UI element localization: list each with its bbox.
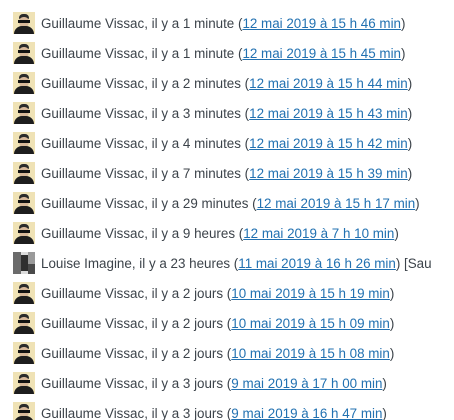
- revision-suffix: ): [382, 405, 387, 420]
- revision-date-link[interactable]: 9 mai 2019 à 17 h 00 min: [231, 376, 382, 391]
- revision-suffix: ): [394, 225, 399, 241]
- revision-author: Guillaume Vissac: [41, 45, 145, 61]
- revision-suffix: ): [407, 135, 413, 151]
- revision-author: Guillaume Vissac: [41, 135, 145, 151]
- revision-row: Guillaume Vissac, il y a 2 jours (10 mai…: [13, 308, 454, 338]
- revision-time-ago: , il y a 7 minutes (: [144, 165, 250, 181]
- revision-time-ago: , il y a 4 minutes (: [144, 135, 250, 151]
- guillaume-avatar-icon: [13, 312, 35, 334]
- revision-suffix: ): [401, 15, 406, 31]
- revision-row: Guillaume Vissac, il y a 1 minute (12 ma…: [13, 38, 454, 68]
- revision-author: Guillaume Vissac: [41, 225, 145, 241]
- revision-date-link[interactable]: 12 mai 2019 à 15 h 43 min: [249, 106, 408, 121]
- revision-time-ago: , il y a 2 minutes (: [144, 75, 250, 91]
- revision-suffix: ): [382, 375, 387, 391]
- revision-time-ago: , il y a 3 jours (: [144, 375, 232, 391]
- revision-row: Guillaume Vissac, il y a 2 jours (10 mai…: [13, 278, 454, 308]
- guillaume-avatar-icon: [13, 402, 35, 420]
- revision-date-link[interactable]: 11 mai 2019 à 16 h 26 min: [238, 256, 396, 271]
- revision-suffix: ): [389, 345, 395, 361]
- revision-date-link[interactable]: 12 mai 2019 à 15 h 39 min: [249, 166, 408, 181]
- revision-row: Guillaume Vissac, il y a 1 minute (12 ma…: [13, 8, 454, 38]
- guillaume-avatar-icon: [13, 162, 35, 184]
- revisions-list: Guillaume Vissac, il y a 1 minute (12 ma…: [13, 8, 454, 420]
- revision-time-ago: , il y a 2 jours (: [144, 345, 232, 361]
- guillaume-avatar-icon: [13, 282, 35, 304]
- revision-time-ago: , il y a 1 minute (: [144, 15, 243, 31]
- revision-suffix: ): [389, 315, 395, 331]
- guillaume-avatar-icon: [13, 132, 35, 154]
- revision-time-ago: , il y a 1 minute (: [144, 45, 243, 61]
- revision-time-ago: , il y a 29 minutes (: [144, 195, 257, 211]
- revision-author: Guillaume Vissac: [41, 195, 145, 211]
- revision-row: Guillaume Vissac, il y a 9 heures (12 ma…: [13, 218, 454, 248]
- revision-suffix: ): [401, 45, 406, 61]
- revision-date-link[interactable]: 10 mai 2019 à 15 h 19 min: [231, 286, 390, 301]
- revision-suffix: ): [407, 105, 413, 121]
- revision-row: Guillaume Vissac, il y a 3 jours (9 mai …: [13, 368, 454, 398]
- revision-row: Guillaume Vissac, il y a 2 minutes (12 m…: [13, 68, 454, 98]
- revision-time-ago: , il y a 3 minutes (: [144, 105, 250, 121]
- revision-time-ago: , il y a 2 jours (: [144, 315, 232, 331]
- revision-date-link[interactable]: 12 mai 2019 à 7 h 10 min: [243, 226, 394, 241]
- guillaume-avatar-icon: [13, 222, 35, 244]
- revision-row: Guillaume Vissac, il y a 3 jours (9 mai …: [13, 398, 454, 420]
- revision-suffix: ): [389, 285, 395, 301]
- revision-time-ago: , il y a 2 jours (: [144, 285, 232, 301]
- revision-row: Guillaume Vissac, il y a 29 minutes (12 …: [13, 188, 454, 218]
- revision-date-link[interactable]: 12 mai 2019 à 15 h 42 min: [249, 136, 408, 151]
- revision-row: Guillaume Vissac, il y a 3 minutes (12 m…: [13, 98, 454, 128]
- revision-row: Louise Imagine, il y a 23 heures (11 mai…: [13, 248, 454, 278]
- revision-row: Guillaume Vissac, il y a 7 minutes (12 m…: [13, 158, 454, 188]
- revision-author: Guillaume Vissac: [41, 285, 145, 301]
- revision-suffix: ): [407, 165, 413, 181]
- revision-date-link[interactable]: 10 mai 2019 à 15 h 08 min: [231, 346, 390, 361]
- louise-avatar-icon: [13, 252, 35, 274]
- revision-time-ago: , il y a 3 jours (: [144, 405, 232, 420]
- revision-row: Guillaume Vissac, il y a 4 minutes (12 m…: [13, 128, 454, 158]
- revision-author: Guillaume Vissac: [41, 165, 145, 181]
- revision-author: Guillaume Vissac: [41, 405, 145, 420]
- guillaume-avatar-icon: [13, 72, 35, 94]
- revision-author: Louise Imagine: [41, 255, 132, 271]
- revision-suffix: ): [415, 195, 420, 211]
- revision-date-link[interactable]: 12 mai 2019 à 15 h 17 min: [257, 196, 416, 211]
- revision-author: Guillaume Vissac: [41, 315, 145, 331]
- revision-date-link[interactable]: 12 mai 2019 à 15 h 46 min: [242, 16, 401, 31]
- guillaume-avatar-icon: [13, 342, 35, 364]
- revision-author: Guillaume Vissac: [41, 15, 145, 31]
- revision-time-ago: , il y a 23 heures (: [131, 255, 239, 271]
- revision-author: Guillaume Vissac: [41, 75, 145, 91]
- revision-date-link[interactable]: 9 mai 2019 à 16 h 47 min: [231, 406, 382, 420]
- guillaume-avatar-icon: [13, 192, 35, 214]
- revision-author: Guillaume Vissac: [41, 345, 145, 361]
- revision-suffix: ): [407, 75, 413, 91]
- revision-suffix: ) [Sau: [395, 255, 432, 271]
- guillaume-avatar-icon: [13, 102, 35, 124]
- revision-row: Guillaume Vissac, il y a 2 jours (10 mai…: [13, 338, 454, 368]
- revision-author: Guillaume Vissac: [41, 105, 145, 121]
- guillaume-avatar-icon: [13, 372, 35, 394]
- revision-date-link[interactable]: 12 mai 2019 à 15 h 45 min: [242, 46, 401, 61]
- revision-time-ago: , il y a 9 heures (: [144, 225, 244, 241]
- revision-date-link[interactable]: 12 mai 2019 à 15 h 44 min: [249, 76, 408, 91]
- revision-date-link[interactable]: 10 mai 2019 à 15 h 09 min: [231, 316, 390, 331]
- guillaume-avatar-icon: [13, 42, 35, 64]
- guillaume-avatar-icon: [13, 12, 35, 34]
- revision-author: Guillaume Vissac: [41, 375, 145, 391]
